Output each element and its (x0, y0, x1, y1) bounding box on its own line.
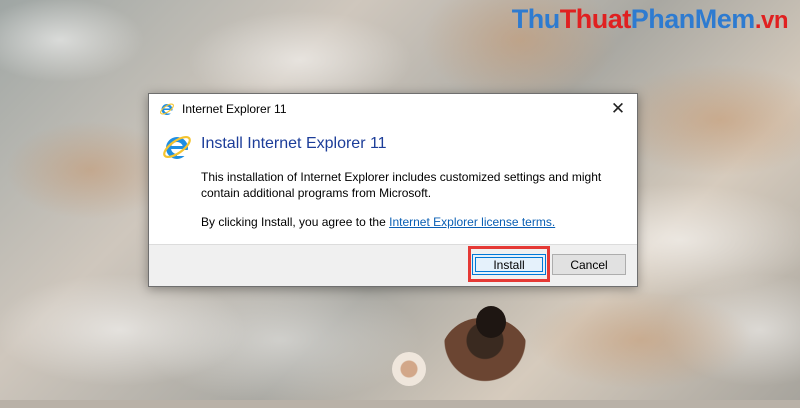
dialog-titlebar[interactable]: Internet Explorer 11 ✕ (149, 94, 637, 123)
install-description: This installation of Internet Explorer i… (201, 170, 602, 200)
watermark-text-1: Thu (511, 4, 560, 34)
internet-explorer-icon (163, 135, 191, 159)
install-button-highlight (468, 246, 550, 282)
window-title: Internet Explorer 11 (182, 101, 287, 116)
internet-explorer-icon (160, 102, 174, 115)
agreement-prefix: By clicking Install, you agree to the (201, 215, 390, 229)
wallpaper-person-head (476, 306, 506, 338)
watermark-text-3: PhanMem (630, 4, 756, 34)
license-agreement-text: By clicking Install, you agree to the In… (201, 215, 621, 229)
dialog-heading: Install Internet Explorer 11 (201, 135, 387, 152)
dialog-content: Install Internet Explorer 11 This instal… (149, 123, 637, 244)
close-button[interactable]: ✕ (599, 94, 637, 123)
watermark-text-2: Thuat (559, 4, 632, 34)
dialog-footer: Install Cancel (149, 244, 637, 286)
cancel-button[interactable]: Cancel (552, 254, 626, 275)
install-dialog: Internet Explorer 11 ✕ Install Internet … (148, 93, 638, 287)
license-terms-link[interactable]: Internet Explorer license terms. (389, 215, 555, 229)
watermark-text-4: .vn (754, 7, 789, 34)
wallpaper-bowl (392, 352, 426, 386)
site-watermark: ThuThuatPhanMem.vn (511, 4, 789, 35)
